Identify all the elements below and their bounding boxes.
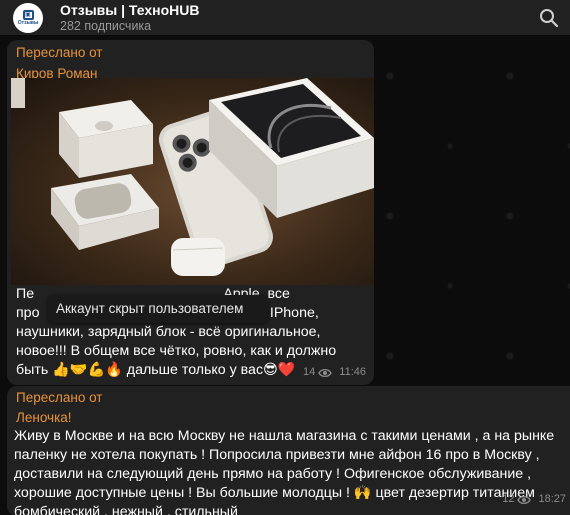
message-bubble[interactable]: Переслано от Киров Роман Пе Apple, все п… bbox=[7, 40, 374, 385]
iphone-product-photo bbox=[11, 78, 374, 276]
forwarded-from-label: Переслано от bbox=[16, 390, 103, 405]
message-text: Живу в Москве и на всю Москву не нашла м… bbox=[14, 428, 555, 515]
channel-avatar[interactable]: ▣ Отзывы bbox=[13, 2, 43, 33]
hidden-account-tooltip: Аккаунт скрыт пользователем bbox=[48, 295, 268, 323]
channel-header: ▣ Отзывы Отзывы | ТехноHUB 282 подписчик… bbox=[0, 0, 570, 36]
message-bubble[interactable]: Переслано от Леночка! Живу в Москве и на… bbox=[7, 386, 570, 515]
message-text-line: наушники, зарядный блок - всё оригинальн… bbox=[16, 324, 321, 340]
message-meta: 12 18:27 bbox=[502, 490, 566, 509]
eye-icon bbox=[318, 368, 333, 377]
view-count: 14 bbox=[303, 366, 316, 378]
emoji-icon: 😎❤️ bbox=[263, 362, 296, 378]
channel-title: Отзывы | ТехноHUB bbox=[60, 1, 200, 18]
forwarded-from-name[interactable]: Леночка! bbox=[7, 406, 570, 426]
forwarded-from-label: Переслано от bbox=[16, 45, 103, 60]
logo-icon: ▣ bbox=[22, 9, 34, 20]
view-count: 12 bbox=[502, 493, 515, 505]
message-text-line: про bbox=[16, 305, 40, 321]
message-meta: 14 11:46 bbox=[303, 363, 366, 382]
channel-info[interactable]: Отзывы | ТехноHUB 282 подписчика bbox=[60, 2, 200, 34]
message-text-line: новое!!! В общем все чётко, ровно, как и… bbox=[16, 343, 337, 359]
message-time: 18:27 bbox=[538, 493, 566, 505]
chat-area: Переслано от Киров Роман Пе Apple, все п… bbox=[0, 36, 570, 515]
message-text-line: дальше только у вас bbox=[126, 362, 264, 378]
search-icon[interactable] bbox=[538, 7, 560, 29]
emoji-icon: 👍🤝💪🔥 bbox=[52, 362, 123, 378]
subscriber-count: 282 подписчика bbox=[60, 18, 152, 33]
avatar-text: Отзывы bbox=[17, 19, 39, 26]
message-time: 11:46 bbox=[339, 366, 366, 378]
message-text-line: быть bbox=[16, 362, 49, 378]
eye-icon bbox=[517, 495, 532, 504]
message-text-line: Пе bbox=[16, 286, 35, 302]
message-photo[interactable] bbox=[11, 78, 374, 285]
